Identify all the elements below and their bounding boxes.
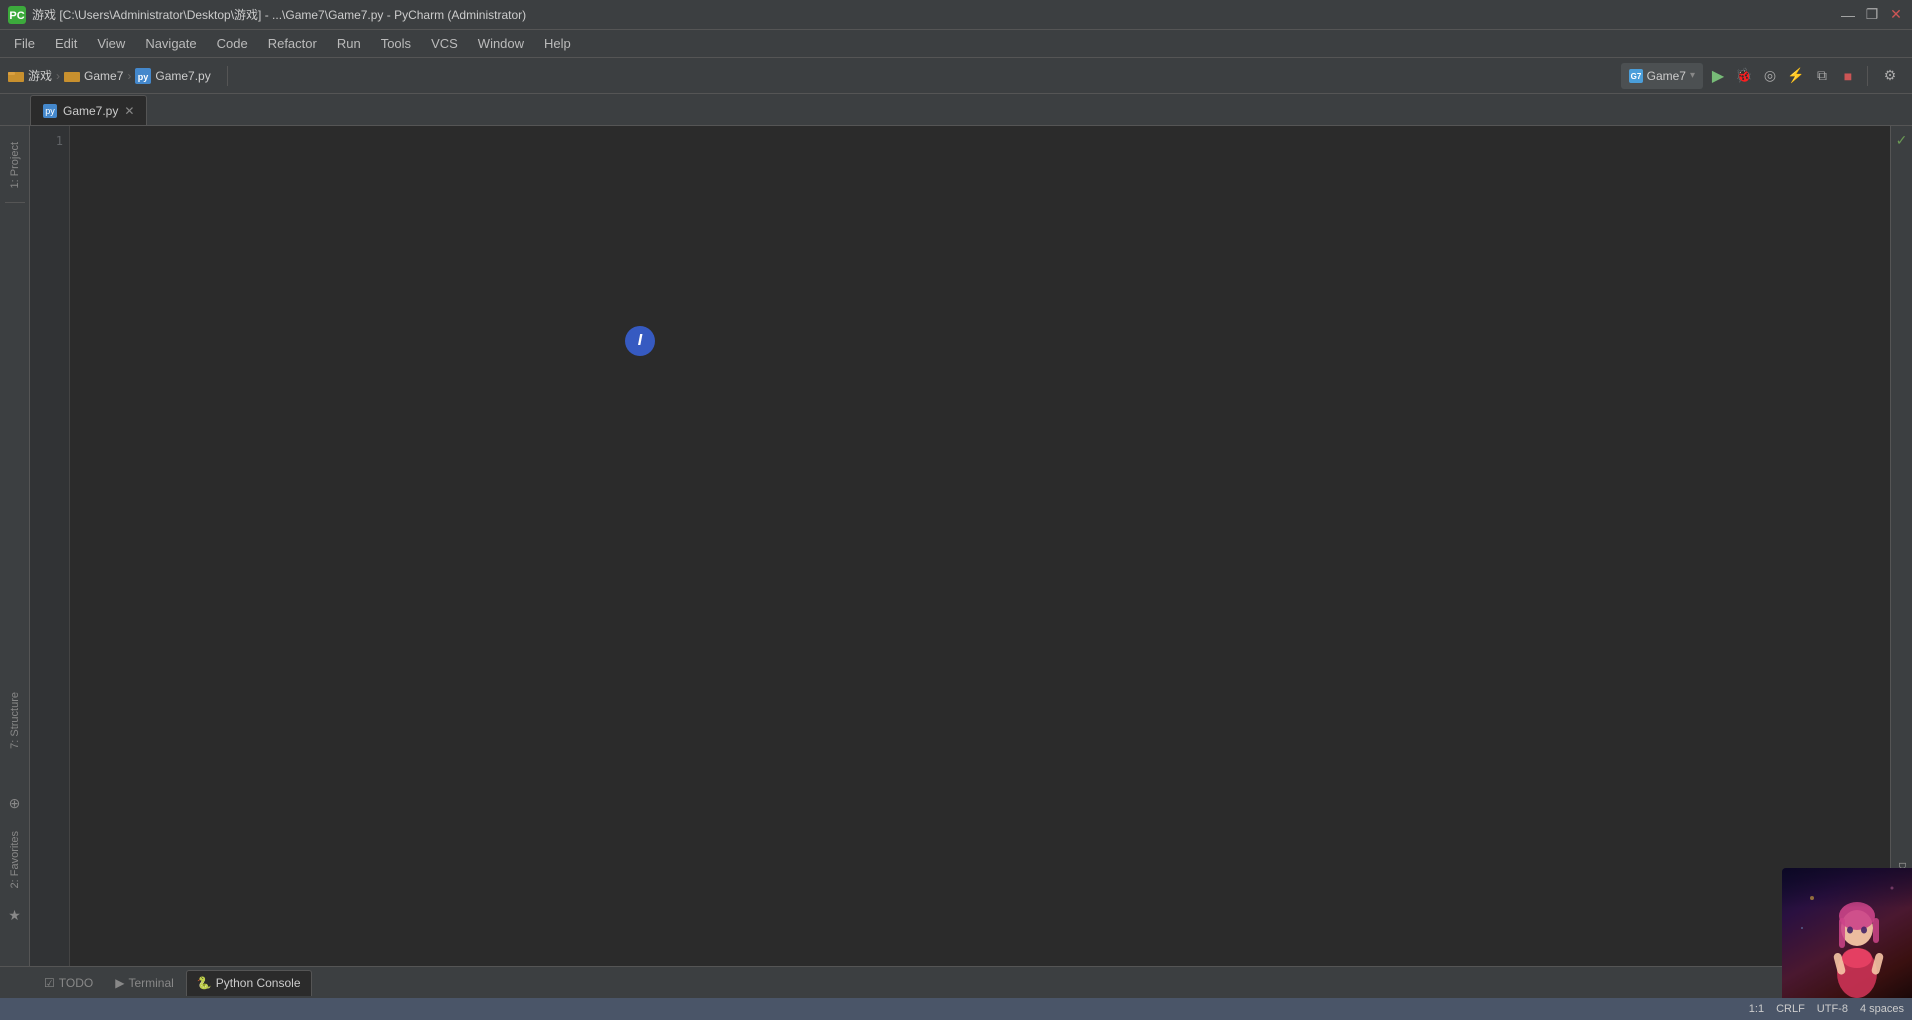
menu-bar: File Edit View Navigate Code Refactor Ru… — [0, 30, 1912, 58]
folder-icon-2 — [64, 68, 80, 84]
tab-file-icon: py — [43, 104, 57, 118]
tab-label: Game7.py — [63, 104, 118, 118]
line-number: 1 — [30, 132, 63, 150]
editor-tab-game7py[interactable]: py Game7.py ✕ — [30, 95, 147, 125]
breadcrumb-file[interactable]: Game7.py — [155, 69, 210, 83]
bottom-tab-todo[interactable]: ☑ TODO — [34, 970, 103, 996]
python-console-label: Python Console — [216, 976, 301, 990]
tab-close-button[interactable]: ✕ — [124, 104, 134, 118]
toolbar-sep-2 — [1867, 66, 1868, 86]
terminal-icon: ▶ — [115, 976, 124, 990]
todo-icon: ☑ — [44, 976, 55, 990]
terminal-label: Terminal — [128, 976, 173, 990]
character-background — [1782, 868, 1912, 998]
bottom-tab-terminal[interactable]: ▶ Terminal — [105, 970, 184, 996]
svg-text:G7: G7 — [1630, 72, 1641, 81]
run-config-selector[interactable]: G7 Game7 ▾ — [1621, 63, 1703, 89]
minimize-button[interactable]: — — [1840, 7, 1856, 23]
menu-edit[interactable]: Edit — [45, 32, 87, 55]
debug-button[interactable]: 🐞 — [1733, 65, 1755, 87]
sidebar-add-button[interactable]: ⊕ — [4, 793, 26, 815]
toolbar: 游戏 › Game7 › py Game7.py G7 Game7 ▾ ▶ 🐞 … — [0, 58, 1912, 94]
character-image — [1782, 868, 1912, 998]
encoding[interactable]: UTF-8 — [1817, 1003, 1848, 1015]
stop-button[interactable]: ■ — [1837, 65, 1859, 87]
close-button[interactable]: ✕ — [1888, 7, 1904, 23]
tab-bar: py Game7.py ✕ — [0, 94, 1912, 126]
svg-text:PC: PC — [9, 10, 24, 22]
breadcrumb-game[interactable]: 游戏 — [28, 67, 52, 84]
toolbar-right: G7 Game7 ▾ ▶ 🐞 ◎ ⚡ ⧉ ■ ⚙ — [1621, 62, 1904, 90]
editor-area[interactable]: I — [70, 126, 1890, 966]
bottom-panel: ☑ TODO ▶ Terminal 🐍 Python Console — [0, 966, 1912, 998]
concurrency-diagram-button[interactable]: ⧉ — [1811, 65, 1833, 87]
indent-info[interactable]: 4 spaces — [1860, 1003, 1904, 1015]
menu-view[interactable]: View — [87, 32, 135, 55]
sidebar-item-project[interactable]: 1: Project — [5, 134, 25, 196]
line-numbers: 1 — [30, 126, 70, 966]
run-config-name: Game7 — [1647, 69, 1686, 83]
sidebar-item-favorites[interactable]: 2: Favorites — [5, 823, 25, 896]
menu-code[interactable]: Code — [207, 32, 258, 55]
breadcrumb-game7[interactable]: Game7 — [84, 69, 123, 83]
scroll-track-area[interactable] — [1894, 153, 1910, 852]
settings-button[interactable]: ⚙ — [1876, 62, 1904, 90]
character-figure — [1782, 868, 1912, 998]
menu-refactor[interactable]: Refactor — [258, 32, 327, 55]
folder-icon — [8, 68, 24, 84]
menu-navigate[interactable]: Navigate — [135, 32, 206, 55]
left-panel-tabs: 1: Project 7: Structure ⊕ 2: Favorites ★ — [0, 126, 30, 966]
sidebar-star-button[interactable]: ★ — [4, 904, 26, 926]
title-bar-left: PC 游戏 [C:\Users\Administrator\Desktop\游戏… — [8, 6, 526, 24]
todo-label: TODO — [59, 976, 93, 990]
python-console-icon: 🐍 — [197, 976, 212, 990]
toolbar-sep-1 — [227, 66, 228, 86]
title-bar-controls: — ❐ ✕ — [1840, 7, 1904, 23]
menu-vcs[interactable]: VCS — [421, 32, 468, 55]
inspection-ok-icon: ✓ — [1894, 130, 1910, 151]
cursor-position[interactable]: 1:1 — [1749, 1003, 1764, 1015]
menu-help[interactable]: Help — [534, 32, 581, 55]
title-text: 游戏 [C:\Users\Administrator\Desktop\游戏] -… — [32, 6, 526, 23]
app-icon: PC — [8, 6, 26, 24]
cursor-char: I — [638, 332, 642, 350]
menu-file[interactable]: File — [4, 32, 45, 55]
cursor-indicator: I — [625, 326, 655, 356]
title-bar: PC 游戏 [C:\Users\Administrator\Desktop\游戏… — [0, 0, 1912, 30]
profile-button[interactable]: ⚡ — [1785, 65, 1807, 87]
line-ending[interactable]: CRLF — [1776, 1003, 1805, 1015]
sidebar-item-structure[interactable]: 7: Structure — [5, 684, 25, 757]
maximize-button[interactable]: ❐ — [1864, 7, 1880, 23]
chevron-down-icon: ▾ — [1690, 70, 1695, 81]
run-button[interactable]: ▶ — [1707, 65, 1729, 87]
menu-run[interactable]: Run — [327, 32, 371, 55]
svg-text:py: py — [138, 72, 149, 82]
menu-tools[interactable]: Tools — [371, 32, 421, 55]
sidebar-divider — [5, 202, 25, 203]
run-config-icon: G7 — [1629, 69, 1643, 83]
menu-window[interactable]: Window — [468, 32, 534, 55]
status-bar: 1:1 CRLF UTF-8 4 spaces — [0, 998, 1912, 1020]
status-bar-right: 1:1 CRLF UTF-8 4 spaces — [1749, 1003, 1904, 1015]
sidebar-bottom: 7: Structure ⊕ 2: Favorites ★ — [4, 684, 26, 966]
bottom-tab-python-console[interactable]: 🐍 Python Console — [186, 970, 312, 996]
right-sidebar: ✓ Database SciView — [1890, 126, 1912, 966]
main-layout: 1: Project 7: Structure ⊕ 2: Favorites ★… — [0, 126, 1912, 966]
run-with-coverage-button[interactable]: ◎ — [1759, 65, 1781, 87]
python-file-icon: py — [135, 68, 151, 84]
